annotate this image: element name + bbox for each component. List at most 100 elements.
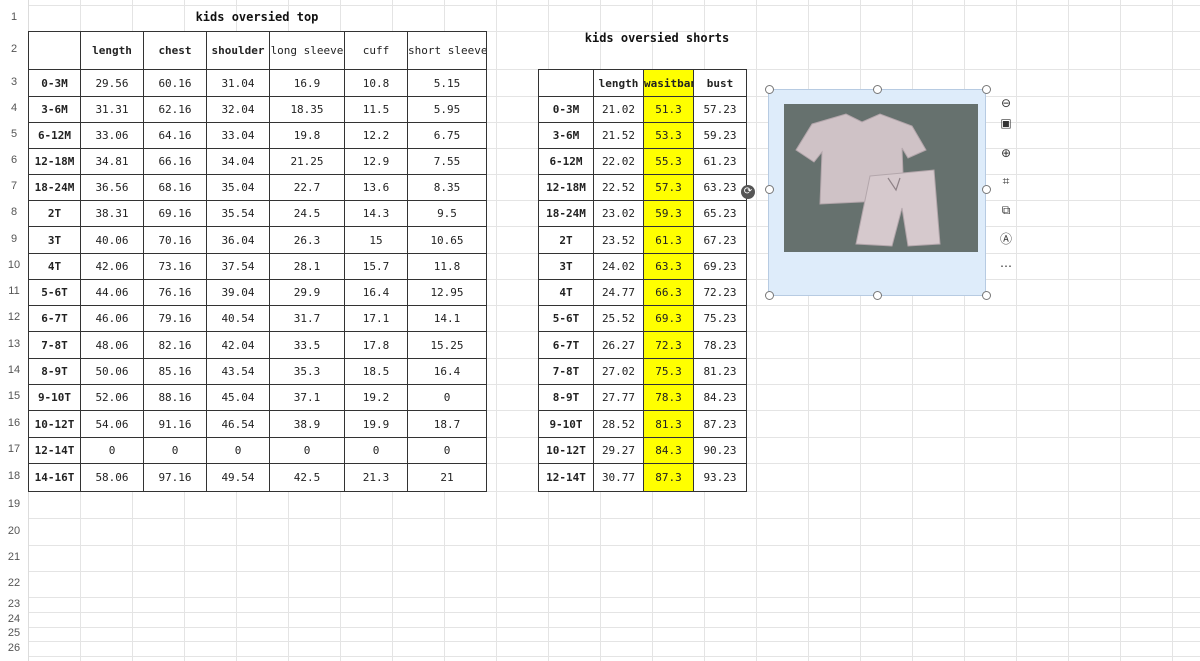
measurement-cell[interactable]: 34.81 xyxy=(80,148,144,175)
measurement-cell[interactable]: 35.54 xyxy=(206,200,270,227)
measurement-cell[interactable]: 0 xyxy=(269,437,345,464)
measurement-cell[interactable]: 0 xyxy=(80,437,144,464)
measurement-cell[interactable]: 85.16 xyxy=(143,358,207,385)
measurement-cell[interactable]: 49.54 xyxy=(206,463,270,492)
measurement-cell[interactable]: 58.06 xyxy=(80,463,144,492)
measurement-cell[interactable]: 82.16 xyxy=(143,331,207,359)
row-number[interactable]: 5 xyxy=(0,128,28,140)
measurement-cell[interactable]: 40.54 xyxy=(206,305,270,332)
text-recognize-icon[interactable]: Ⓐ xyxy=(994,228,1018,250)
header-corner-cell[interactable] xyxy=(28,31,81,70)
measurement-cell[interactable]: 33.06 xyxy=(80,122,144,149)
measurement-cell[interactable]: 73.16 xyxy=(143,253,207,280)
size-cell[interactable]: 5-6T xyxy=(28,279,81,306)
size-cell[interactable]: 2T xyxy=(538,226,594,254)
row-number[interactable]: 2 xyxy=(0,43,28,55)
column-header[interactable]: long sleeve xyxy=(269,31,345,70)
resize-handle-top-right[interactable] xyxy=(982,85,991,94)
measurement-cell[interactable]: 70.16 xyxy=(143,226,207,254)
measurement-cell[interactable]: 30.77 xyxy=(593,463,644,492)
measurement-cell[interactable]: 23.02 xyxy=(593,200,644,227)
measurement-cell[interactable]: 75.23 xyxy=(693,305,747,332)
row-number[interactable]: 13 xyxy=(0,338,28,350)
row-number[interactable]: 3 xyxy=(0,76,28,88)
size-cell[interactable]: 6-7T xyxy=(28,305,81,332)
minus-icon[interactable]: ⊖ xyxy=(994,92,1018,114)
measurement-cell[interactable]: 21.25 xyxy=(269,148,345,175)
image-icon[interactable]: ▣ xyxy=(994,112,1018,134)
measurement-cell[interactable]: 16.9 xyxy=(269,69,345,97)
size-cell[interactable]: 8-9T xyxy=(538,384,594,411)
measurement-cell[interactable]: 12.2 xyxy=(344,122,408,149)
measurement-cell[interactable]: 33.5 xyxy=(269,331,345,359)
size-cell[interactable]: 5-6T xyxy=(538,305,594,332)
row-number[interactable]: 7 xyxy=(0,180,28,192)
measurement-cell[interactable]: 11.8 xyxy=(407,253,487,280)
measurement-cell[interactable]: 42.5 xyxy=(269,463,345,492)
resize-handle-right[interactable] xyxy=(982,185,991,194)
size-cell[interactable]: 3T xyxy=(28,226,81,254)
measurement-cell[interactable]: 90.23 xyxy=(693,437,747,464)
column-header[interactable]: chest xyxy=(143,31,207,70)
row-number[interactable]: 19 xyxy=(0,498,28,510)
measurement-cell[interactable]: 24.77 xyxy=(593,279,644,306)
resize-handle-top[interactable] xyxy=(873,85,882,94)
measurement-cell[interactable]: 75.3 xyxy=(643,358,694,385)
row-number[interactable]: 16 xyxy=(0,417,28,429)
size-cell[interactable]: 9-10T xyxy=(28,384,81,411)
size-cell[interactable]: 12-18M xyxy=(538,174,594,201)
measurement-cell[interactable]: 11.5 xyxy=(344,96,408,123)
measurement-cell[interactable]: 63.3 xyxy=(643,253,694,280)
row-number[interactable]: 8 xyxy=(0,206,28,218)
measurement-cell[interactable]: 46.06 xyxy=(80,305,144,332)
measurement-cell[interactable]: 38.31 xyxy=(80,200,144,227)
measurement-cell[interactable]: 91.16 xyxy=(143,410,207,438)
measurement-cell[interactable]: 0 xyxy=(344,437,408,464)
size-cell[interactable]: 3-6M xyxy=(538,122,594,149)
measurement-cell[interactable]: 0 xyxy=(407,384,487,411)
column-header[interactable]: cuff xyxy=(344,31,408,70)
measurement-cell[interactable]: 93.23 xyxy=(693,463,747,492)
row-number[interactable]: 24 xyxy=(0,613,28,625)
row-number[interactable]: 20 xyxy=(0,525,28,537)
row-number[interactable]: 9 xyxy=(0,233,28,245)
measurement-cell[interactable]: 21.02 xyxy=(593,96,644,123)
size-cell[interactable]: 12-18M xyxy=(28,148,81,175)
measurement-cell[interactable]: 35.3 xyxy=(269,358,345,385)
resize-handle-left[interactable] xyxy=(765,185,774,194)
measurement-cell[interactable]: 21.52 xyxy=(593,122,644,149)
measurement-cell[interactable]: 84.3 xyxy=(643,437,694,464)
measurement-cell[interactable]: 8.35 xyxy=(407,174,487,201)
measurement-cell[interactable]: 61.23 xyxy=(693,148,747,175)
size-cell[interactable]: 0-3M xyxy=(538,96,594,123)
more-icon[interactable]: ⋯ xyxy=(994,255,1018,277)
measurement-cell[interactable]: 15.25 xyxy=(407,331,487,359)
size-cell[interactable]: 2T xyxy=(28,200,81,227)
measurement-cell[interactable]: 29.27 xyxy=(593,437,644,464)
shorts-size-table[interactable]: lengthwasitbandbust0-3M21.0251.357.233-6… xyxy=(538,69,747,492)
row-number[interactable]: 23 xyxy=(0,598,28,610)
row-number[interactable]: 25 xyxy=(0,627,28,639)
measurement-cell[interactable]: 97.16 xyxy=(143,463,207,492)
row-number[interactable]: 14 xyxy=(0,364,28,376)
measurement-cell[interactable]: 36.04 xyxy=(206,226,270,254)
measurement-cell[interactable]: 29.56 xyxy=(80,69,144,97)
size-cell[interactable]: 14-16T xyxy=(28,463,81,492)
size-cell[interactable]: 6-12M xyxy=(28,122,81,149)
measurement-cell[interactable]: 16.4 xyxy=(407,358,487,385)
measurement-cell[interactable]: 18.5 xyxy=(344,358,408,385)
measurement-cell[interactable]: 31.31 xyxy=(80,96,144,123)
row-number[interactable]: 12 xyxy=(0,311,28,323)
row-number[interactable]: 26 xyxy=(0,642,28,654)
size-cell[interactable]: 10-12T xyxy=(538,437,594,464)
measurement-cell[interactable]: 42.04 xyxy=(206,331,270,359)
measurement-cell[interactable]: 57.23 xyxy=(693,96,747,123)
zoom-in-icon[interactable]: ⊕ xyxy=(994,142,1018,164)
measurement-cell[interactable]: 19.8 xyxy=(269,122,345,149)
measurement-cell[interactable]: 28.52 xyxy=(593,410,644,438)
measurement-cell[interactable]: 27.77 xyxy=(593,384,644,411)
size-cell[interactable]: 12-14T xyxy=(538,463,594,492)
size-cell[interactable]: 3-6M xyxy=(28,96,81,123)
size-cell[interactable]: 12-14T xyxy=(28,437,81,464)
column-header[interactable]: short sleeve xyxy=(407,31,487,70)
